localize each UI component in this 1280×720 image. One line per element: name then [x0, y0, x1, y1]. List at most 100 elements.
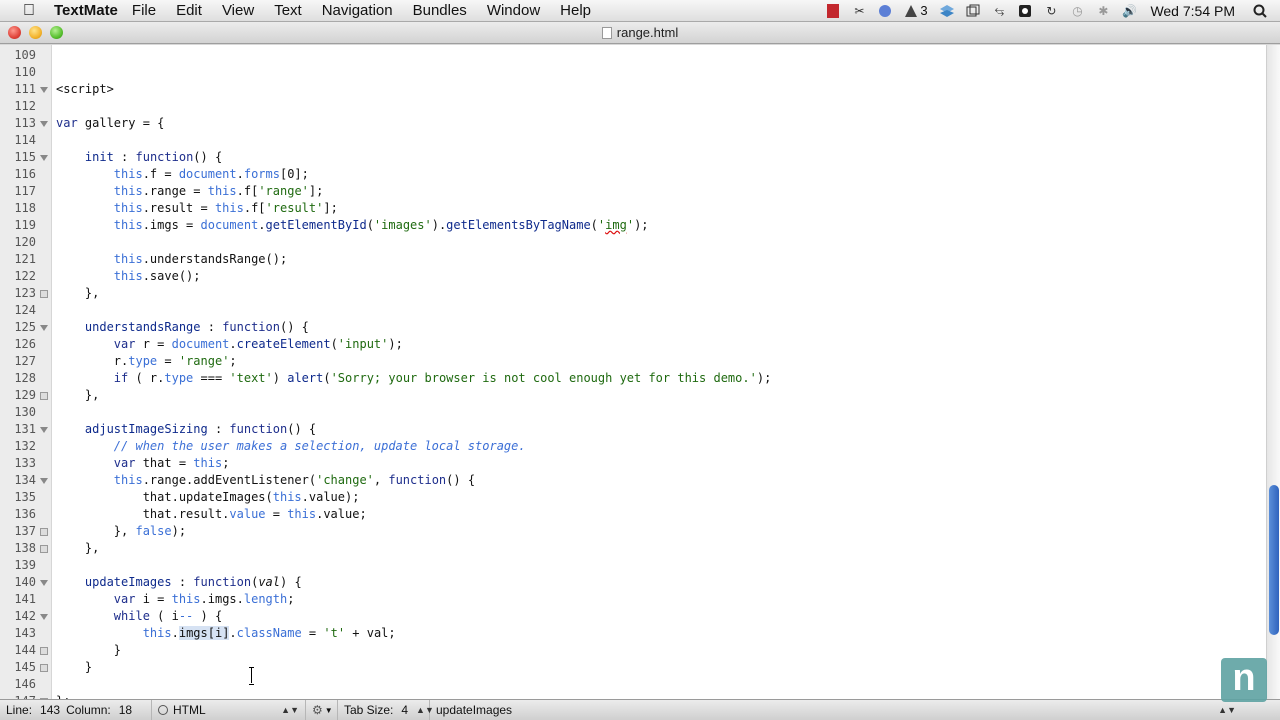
line-number: 131 [14, 422, 36, 436]
code-line[interactable]: 117 this.range = this.f['range']; [0, 183, 1266, 200]
fold-close-icon[interactable] [40, 392, 48, 400]
menu-clock[interactable]: Wed 7:54 PM [1150, 3, 1235, 19]
bundle-actions-menu[interactable]: ⚙ ▼ [306, 699, 338, 720]
code-line[interactable]: 111 <script> [0, 81, 1266, 98]
fold-close-icon[interactable] [40, 664, 48, 672]
camera-icon[interactable] [1017, 4, 1033, 18]
fold-open-icon[interactable] [40, 87, 48, 93]
code-line[interactable]: 113 var gallery = { [0, 115, 1266, 132]
code-line[interactable]: 129 }, [0, 387, 1266, 404]
code-editor[interactable]: 109 110 111 <script> 112 113 var gallery = {11… [0, 45, 1266, 699]
adobe-icon[interactable]: 3 [903, 3, 929, 18]
code-line[interactable]: 125 understandsRange : function() { [0, 319, 1266, 336]
fold-close-icon[interactable] [40, 545, 48, 553]
code-line[interactable]: 136 that.result.value = this.value; [0, 506, 1266, 523]
code-line[interactable]: 119 this.imgs = document.getElementById(… [0, 217, 1266, 234]
code-line[interactable]: 132 // when the user makes a selection, … [0, 438, 1266, 455]
symbol-selector[interactable]: updateImages ▲▼ [430, 700, 1280, 720]
code-text: this.imgs = document.getElementById('ima… [113, 218, 649, 232]
menu-navigation[interactable]: Navigation [322, 2, 393, 19]
line-number: 127 [14, 354, 36, 368]
fold-close-icon[interactable] [40, 647, 48, 655]
fold-open-icon[interactable] [40, 155, 48, 161]
code-line[interactable]: 112 [0, 98, 1266, 115]
language-selector[interactable]: HTML ▲▼ [152, 699, 306, 720]
menu-bundles[interactable]: Bundles [413, 2, 467, 19]
scrollbar-thumb[interactable] [1269, 485, 1279, 635]
code-line[interactable]: 145 } [0, 659, 1266, 676]
scissors-icon[interactable]: ✂ [851, 4, 867, 18]
code-text: init : function() { [84, 150, 223, 164]
fork-icon[interactable]: ⥃ [991, 3, 1007, 18]
code-line[interactable]: 131 adjustImageSizing : function() { [0, 421, 1266, 438]
code-line[interactable]: 135 that.updateImages(this.value); [0, 489, 1266, 506]
fold-open-icon[interactable] [40, 614, 48, 620]
code-line[interactable]: 127 r.type = 'range'; [0, 353, 1266, 370]
line-number: 128 [14, 371, 36, 385]
code-text: understandsRange : function() { [84, 320, 309, 334]
copy-icon[interactable] [965, 4, 981, 18]
code-line[interactable]: 114 [0, 132, 1266, 149]
code-line[interactable]: 133 var that = this; [0, 455, 1266, 472]
menu-view[interactable]: View [222, 2, 254, 19]
dropbox-icon[interactable] [939, 4, 955, 18]
code-line[interactable]: 122 this.save(); [0, 268, 1266, 285]
window-title-bar[interactable]: range.html [0, 22, 1280, 44]
fold-open-icon[interactable] [40, 121, 48, 127]
code-line[interactable]: 146 [0, 676, 1266, 693]
code-line[interactable]: 124 [0, 302, 1266, 319]
code-line[interactable]: 137 }, false); [0, 523, 1266, 540]
line-number: 144 [14, 643, 36, 657]
code-text: updateImages : function(val) { [84, 575, 302, 589]
sync-icon[interactable] [877, 4, 893, 18]
code-text: this.range.addEventListener('change', fu… [113, 473, 476, 487]
menu-text[interactable]: Text [274, 2, 302, 19]
code-line[interactable]: 138 }, [0, 540, 1266, 557]
code-line[interactable]: 140 updateImages : function(val) { [0, 574, 1266, 591]
code-line[interactable]: 121 this.understandsRange(); [0, 251, 1266, 268]
menu-edit[interactable]: Edit [176, 2, 202, 19]
code-line[interactable]: 115 init : function() { [0, 149, 1266, 166]
fold-open-icon[interactable] [40, 325, 48, 331]
bluetooth-icon[interactable]: ✱ [1095, 4, 1111, 18]
code-line[interactable]: 143 this.imgs[i].className = 't' + val; [0, 625, 1266, 642]
menu-window[interactable]: Window [487, 2, 540, 19]
code-line[interactable]: 109 [0, 47, 1266, 64]
fold-open-icon[interactable] [40, 580, 48, 586]
app-menu[interactable]: TextMate [54, 2, 118, 19]
code-line[interactable]: 128 if ( r.type === 'text') alert('Sorry… [0, 370, 1266, 387]
tab-size-selector[interactable]: Tab Size: 4 ▲▼ [338, 699, 434, 720]
code-line[interactable]: 134 this.range.addEventListener('change'… [0, 472, 1266, 489]
fold-open-icon[interactable] [40, 427, 48, 433]
code-line[interactable]: 120 [0, 234, 1266, 251]
fold-close-icon[interactable] [40, 528, 48, 536]
code-line[interactable]: 110 [0, 64, 1266, 81]
code-line[interactable]: 139 [0, 557, 1266, 574]
chevron-updown-icon: ▲▼ [281, 705, 299, 715]
code-line[interactable]: 144 } [0, 642, 1266, 659]
code-line[interactable]: 141 var i = this.imgs.length; [0, 591, 1266, 608]
spotlight-search-icon[interactable] [1252, 4, 1268, 18]
menu-help[interactable]: Help [560, 2, 591, 19]
time-machine-icon[interactable]: ◷ [1069, 4, 1085, 18]
fold-open-icon[interactable] [40, 478, 48, 484]
code-line[interactable]: 123 }, [0, 285, 1266, 302]
code-line[interactable]: 126 var r = document.createElement('inpu… [0, 336, 1266, 353]
line-number: 142 [14, 609, 36, 623]
refresh-icon[interactable]: ↻ [1043, 4, 1059, 18]
book-icon[interactable] [825, 3, 841, 18]
menu-file[interactable]: File [132, 2, 156, 19]
code-line[interactable]: 118 this.result = this.f['result']; [0, 200, 1266, 217]
vertical-scrollbar[interactable] [1266, 45, 1280, 699]
code-line[interactable]: 142 while ( i-- ) { [0, 608, 1266, 625]
code-line[interactable]: 116 this.f = document.forms[0]; [0, 166, 1266, 183]
volume-icon[interactable]: 🔊 [1121, 4, 1137, 18]
code-text: var i = this.imgs.length; [113, 592, 295, 606]
document-proxy-icon[interactable] [601, 27, 612, 39]
apple-menu-icon[interactable]:  [14, 2, 44, 20]
fold-close-icon[interactable] [40, 290, 48, 298]
line-column-indicator[interactable]: Line: 143 Column: 18 [0, 699, 152, 720]
code-text: }, false); [56, 524, 187, 538]
code-line[interactable]: 130 [0, 404, 1266, 421]
chevron-down-icon: ▼ [324, 705, 333, 715]
